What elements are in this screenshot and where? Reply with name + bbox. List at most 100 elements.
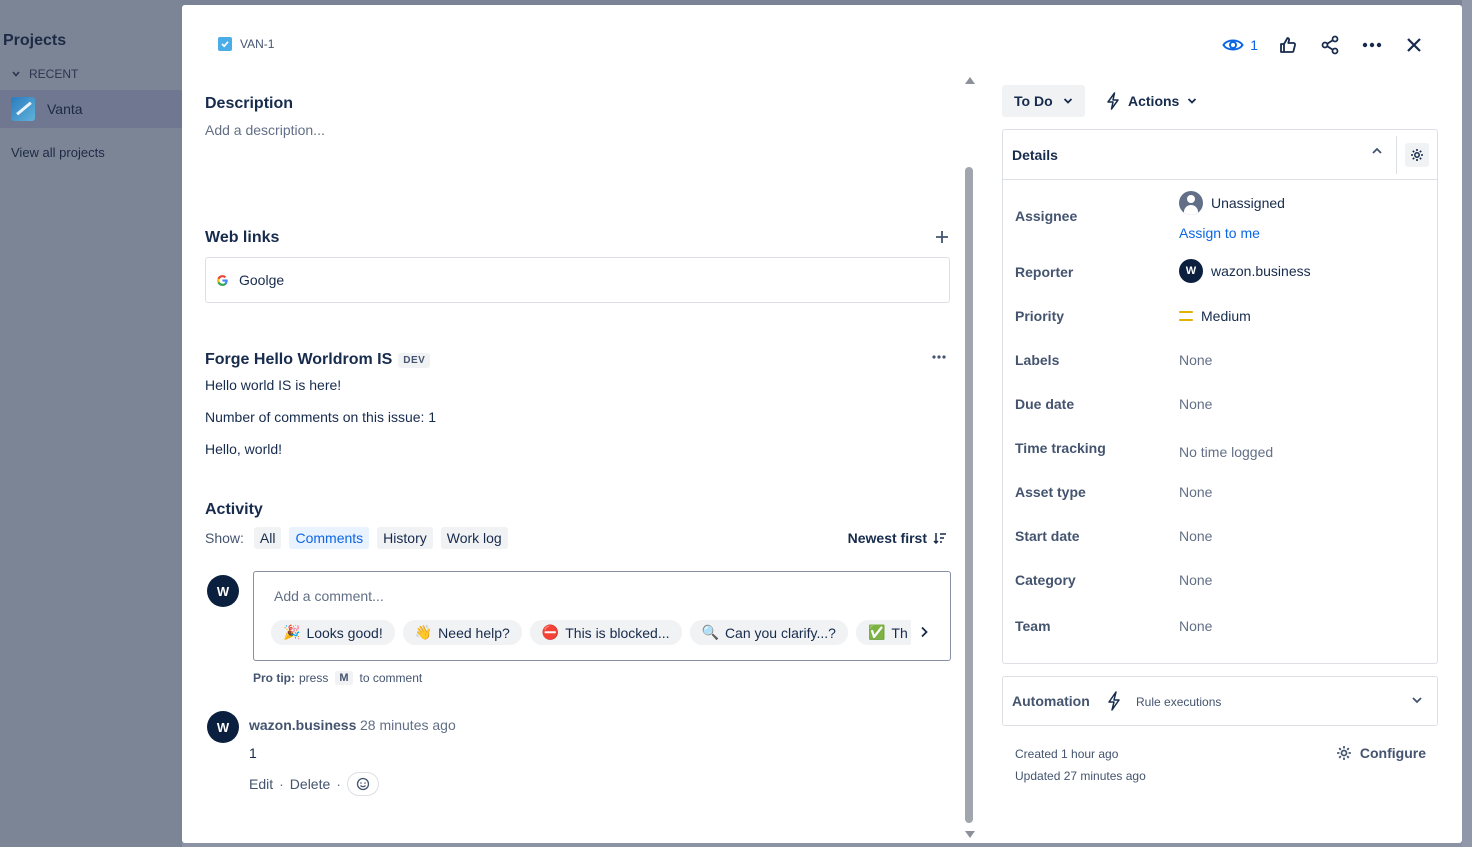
filter-all[interactable]: All xyxy=(253,527,282,549)
filter-work-log[interactable]: Work log xyxy=(440,527,508,549)
recent-section: RECENT xyxy=(11,67,78,81)
created-timestamp: Created 1 hour ago xyxy=(1015,747,1119,761)
scroll-up-arrow[interactable] xyxy=(965,77,975,84)
add-reaction-button[interactable] xyxy=(346,772,379,796)
status-dropdown[interactable]: To Do xyxy=(1002,85,1085,117)
chevron-down-icon xyxy=(1412,697,1422,704)
forge-panel-title: Forge Hello Worldrom IS xyxy=(205,351,393,368)
priority-value: Medium xyxy=(1201,308,1251,324)
add-web-link-button[interactable] xyxy=(932,227,952,247)
comment-author[interactable]: wazon.business xyxy=(249,717,356,733)
quick-reply-label: This is blocked... xyxy=(565,624,670,641)
web-link-label: Goolge xyxy=(239,272,285,288)
filter-comments[interactable]: Comments xyxy=(289,527,370,549)
gear-icon xyxy=(1337,746,1351,760)
comment-actions: Edit · Delete · xyxy=(249,772,379,796)
quick-reply-clarify[interactable]: 🔍 Can you clarify...? xyxy=(689,620,848,645)
sidebar-item-vanta[interactable]: Vanta xyxy=(0,90,182,128)
delete-comment-button[interactable]: Delete xyxy=(290,776,330,792)
priority-field[interactable]: Medium xyxy=(1179,308,1251,324)
start-date-value[interactable]: None xyxy=(1179,528,1212,544)
actions-dropdown[interactable]: Actions xyxy=(1106,85,1197,117)
automation-panel[interactable]: Automation Rule executions xyxy=(1002,676,1438,726)
emoji-add-icon xyxy=(356,777,370,791)
comment-timestamp[interactable]: 28 minutes ago xyxy=(360,717,456,733)
time-tracking-value[interactable]: No time logged xyxy=(1179,444,1273,460)
sort-order-button[interactable]: Newest first xyxy=(848,530,947,546)
team-label: Team xyxy=(1015,618,1051,634)
configure-button[interactable]: Configure xyxy=(1336,745,1426,761)
quick-reply-thanks[interactable]: ✅ Th xyxy=(855,620,911,645)
recent-label: RECENT xyxy=(29,67,79,81)
comment-author-avatar: W xyxy=(207,711,239,743)
reporter-field[interactable]: W wazon.business xyxy=(1179,259,1311,283)
sort-label: Newest first xyxy=(847,530,927,546)
issue-key-link[interactable]: VAN-1 xyxy=(240,37,274,51)
quick-replies-next-button[interactable] xyxy=(916,624,932,640)
gear-icon xyxy=(1411,149,1423,161)
assignee-label: Assignee xyxy=(1015,208,1078,224)
updated-timestamp: Updated 27 minutes ago xyxy=(1015,769,1146,783)
automation-title: Automation xyxy=(1012,693,1090,709)
view-all-projects-link[interactable]: View all projects xyxy=(11,145,105,160)
edit-comment-button[interactable]: Edit xyxy=(249,776,273,792)
share-button[interactable] xyxy=(1318,33,1342,57)
more-icon xyxy=(932,355,946,359)
due-date-value[interactable]: None xyxy=(1179,396,1212,412)
pro-tip-text: to comment xyxy=(359,671,423,685)
scrollbar-thumb[interactable] xyxy=(965,167,973,823)
labels-label: Labels xyxy=(1015,352,1060,368)
priority-label: Priority xyxy=(1015,308,1065,324)
filter-history[interactable]: History xyxy=(377,527,433,549)
configure-label: Configure xyxy=(1359,745,1426,761)
unassigned-avatar-icon xyxy=(1179,191,1203,215)
vote-button[interactable] xyxy=(1276,33,1300,57)
quick-reply-need-help[interactable]: 👋 Need help? xyxy=(402,620,522,645)
current-user-avatar: W xyxy=(207,575,239,607)
description-editor[interactable]: Add a description... xyxy=(205,122,325,138)
category-value[interactable]: None xyxy=(1179,572,1212,588)
team-value[interactable]: None xyxy=(1179,618,1212,634)
comment-body: 1 xyxy=(249,745,257,761)
rule-executions-label: Rule executions xyxy=(1136,695,1222,709)
forge-panel-heading: Forge Hello Worldrom IS DEV xyxy=(205,351,431,369)
chevron-right-icon xyxy=(921,626,928,638)
project-name: Vanta xyxy=(47,101,83,117)
start-date-label: Start date xyxy=(1015,528,1080,544)
more-actions-button[interactable] xyxy=(1360,33,1384,57)
lightning-icon xyxy=(1108,691,1120,711)
projects-heading: Projects xyxy=(3,32,67,49)
pro-tip: Pro tip: press M to comment xyxy=(253,671,422,685)
asset-type-value[interactable]: None xyxy=(1179,484,1212,500)
issue-breadcrumb: VAN-1 xyxy=(218,37,274,51)
chevron-up-icon[interactable] xyxy=(1371,146,1383,156)
assign-to-me-link[interactable]: Assign to me xyxy=(1179,225,1260,241)
details-header[interactable]: Details xyxy=(1003,130,1437,180)
background-right-edge xyxy=(1462,0,1472,847)
reporter-avatar: W xyxy=(1179,259,1203,283)
assignee-field[interactable]: Unassigned xyxy=(1179,191,1285,215)
quick-reply-blocked[interactable]: ⛔ This is blocked... xyxy=(529,620,682,645)
details-settings-button[interactable] xyxy=(1405,143,1429,167)
task-type-icon xyxy=(218,37,232,51)
scroll-down-arrow[interactable] xyxy=(965,831,975,838)
comment-input[interactable]: Add a comment... 🎉 Looks good! 👋 Need help… xyxy=(253,571,951,661)
web-link-item[interactable]: Goolge xyxy=(205,257,950,303)
show-label: Show: xyxy=(205,530,244,546)
watch-button[interactable]: 1 xyxy=(1222,37,1258,53)
quick-reply-looks-good[interactable]: 🎉 Looks good! xyxy=(271,620,395,645)
plus-icon xyxy=(936,231,948,243)
category-label: Category xyxy=(1015,572,1076,588)
assignee-value: Unassigned xyxy=(1211,195,1285,211)
priority-medium-icon xyxy=(1179,311,1193,321)
project-logo-icon xyxy=(11,97,35,121)
forge-line: Hello, world! xyxy=(205,441,283,457)
blocked-icon: ⛔ xyxy=(541,624,560,640)
forge-more-button[interactable] xyxy=(927,347,951,367)
time-tracking-label: Time tracking xyxy=(1015,440,1106,456)
status-label: To Do xyxy=(1014,93,1053,109)
quick-reply-label: Looks good! xyxy=(306,624,383,641)
web-links-heading: Web links xyxy=(205,229,280,246)
labels-value[interactable]: None xyxy=(1179,352,1212,368)
close-button[interactable] xyxy=(1402,33,1426,57)
